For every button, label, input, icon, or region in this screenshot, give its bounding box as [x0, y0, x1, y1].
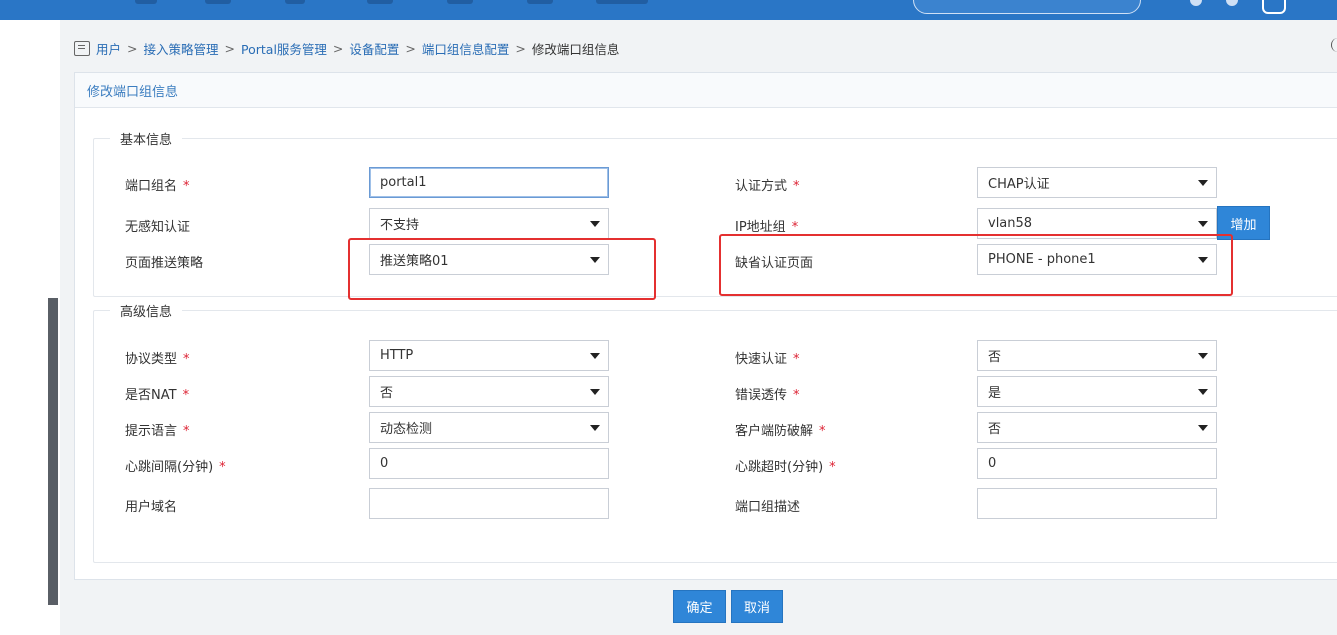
caret-down-icon: [590, 221, 600, 227]
breadcrumb-current: 修改端口组信息: [531, 41, 620, 57]
help-icon[interactable]: [1331, 38, 1337, 52]
error-passthrough-select[interactable]: 是: [977, 376, 1217, 407]
caret-down-icon: [1198, 353, 1208, 359]
nav-item[interactable]: [205, 0, 231, 4]
caret-down-icon: [590, 425, 600, 431]
user-list-icon: [74, 40, 90, 56]
nav-item[interactable]: [527, 0, 553, 4]
nav-item[interactable]: [367, 0, 393, 4]
breadcrumb: 用户 > 接入策略管理 > Portal服务管理 > 设备配置 > 端口组信息配…: [74, 38, 619, 58]
ok-button[interactable]: 确定: [673, 590, 726, 623]
auth-method-select[interactable]: CHAP认证: [977, 167, 1217, 198]
push-policy-label: 页面推送策略: [125, 256, 204, 271]
nat-label: 是否NAT *: [125, 388, 190, 403]
anti-crack-select[interactable]: 否: [977, 412, 1217, 443]
panel-title: 修改端口组信息: [75, 73, 1337, 108]
port-group-description-label: 端口组描述: [735, 500, 801, 515]
caret-down-icon: [1198, 389, 1208, 395]
heartbeat-timeout-label: 心跳超时(分钟) *: [735, 460, 836, 475]
cancel-button[interactable]: 取消: [731, 590, 783, 623]
highlight-box-default-page: [719, 234, 1233, 296]
advanced-info-legend: 高级信息: [120, 305, 173, 320]
fast-auth-label: 快速认证 *: [735, 352, 800, 367]
heartbeat-interval-input[interactable]: 0: [369, 448, 609, 479]
seamless-auth-select[interactable]: 不支持: [369, 208, 609, 239]
avatar[interactable]: [1262, 0, 1286, 14]
anti-crack-label: 客户端防破解 *: [735, 424, 826, 439]
heartbeat-timeout-input[interactable]: 0: [977, 448, 1217, 479]
basic-info-legend: 基本信息: [120, 133, 173, 148]
breadcrumb-item-user[interactable]: 用户: [96, 39, 121, 58]
ip-group-label: IP地址组 *: [735, 220, 799, 235]
nav-item[interactable]: [447, 0, 473, 4]
nav-item[interactable]: [135, 0, 157, 4]
star-icon[interactable]: [1190, 0, 1202, 6]
caret-down-icon: [1198, 180, 1208, 186]
breadcrumb-separator: >: [515, 40, 526, 56]
form-panel: 修改端口组信息 基本信息 高级信息 端口组名 * portal1 认证方式 * CH…: [74, 72, 1337, 580]
breadcrumb-item-port-group-config[interactable]: 端口组信息配置: [422, 39, 510, 58]
port-group-name-label: 端口组名 *: [125, 179, 190, 194]
heartbeat-interval-label: 心跳间隔(分钟) *: [125, 460, 226, 475]
nav-item[interactable]: [596, 0, 648, 4]
fast-auth-select[interactable]: 否: [977, 340, 1217, 371]
nav-item[interactable]: [285, 0, 305, 4]
breadcrumb-separator: >: [224, 40, 235, 56]
user-domain-input[interactable]: [369, 488, 609, 519]
top-search-input[interactable]: [913, 0, 1141, 14]
caret-down-icon: [1198, 425, 1208, 431]
auth-method-label: 认证方式 *: [735, 179, 800, 194]
caret-down-icon: [590, 389, 600, 395]
highlight-box-push-policy: [348, 238, 656, 300]
breadcrumb-separator: >: [405, 40, 416, 56]
scrollbar[interactable]: [48, 298, 58, 605]
caret-down-icon: [590, 353, 600, 359]
top-navbar: [0, 0, 1337, 20]
port-group-name-input[interactable]: portal1: [369, 167, 609, 198]
bell-icon[interactable]: [1226, 0, 1238, 6]
prompt-language-select[interactable]: 动态检测: [369, 412, 609, 443]
nat-select[interactable]: 否: [369, 376, 609, 407]
breadcrumb-item-device-config[interactable]: 设备配置: [349, 39, 399, 58]
breadcrumb-separator: >: [332, 40, 344, 56]
protocol-type-label: 协议类型 *: [125, 352, 190, 367]
protocol-type-select[interactable]: HTTP: [369, 340, 609, 371]
caret-down-icon: [1198, 221, 1208, 227]
breadcrumb-separator: >: [127, 40, 138, 56]
user-domain-label: 用户域名: [125, 500, 178, 515]
seamless-auth-label: 无感知认证: [125, 220, 191, 235]
port-group-description-input[interactable]: [977, 488, 1217, 519]
breadcrumb-item-portal-service[interactable]: Portal服务管理: [241, 39, 327, 58]
breadcrumb-item-access-policy[interactable]: 接入策略管理: [144, 39, 219, 58]
prompt-language-label: 提示语言 *: [125, 424, 190, 439]
error-passthrough-label: 错误透传 *: [735, 388, 800, 403]
